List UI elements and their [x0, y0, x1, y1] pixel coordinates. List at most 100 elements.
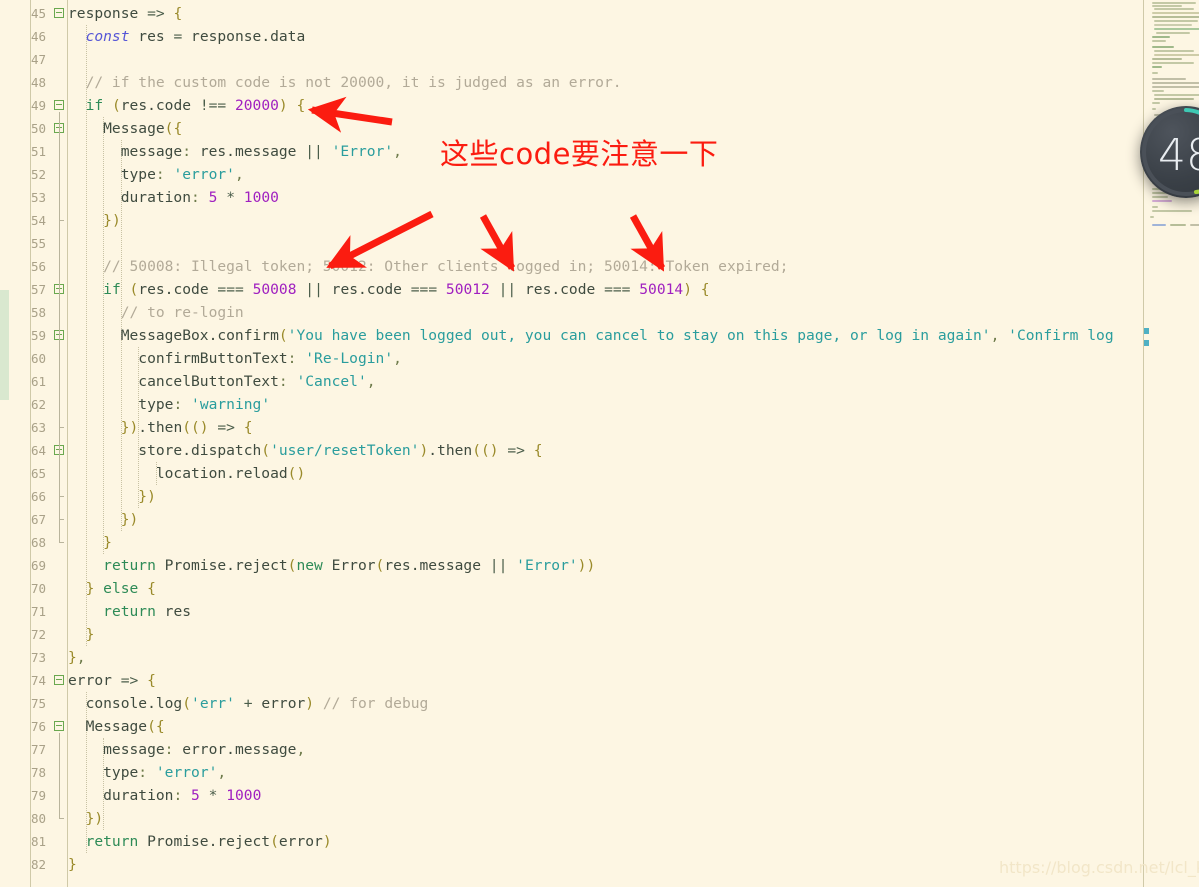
code-line[interactable]: response => {: [68, 2, 182, 25]
code-line[interactable]: return Promise.reject(new Error(res.mess…: [68, 554, 595, 577]
gutter-row: 81: [0, 830, 68, 853]
fold-toggle-icon[interactable]: [54, 8, 64, 18]
gutter-row: 72: [0, 623, 68, 646]
fold-toggle-icon[interactable]: [54, 721, 64, 731]
code-line[interactable]: // to re-login: [68, 301, 244, 324]
code-line[interactable]: cancelButtonText: 'Cancel',: [68, 370, 375, 393]
code-line[interactable]: return Promise.reject(error): [68, 830, 332, 853]
code-token-plain: duration: [68, 189, 192, 206]
code-line[interactable]: // 50008: Illegal token; 50012: Other cl…: [68, 255, 788, 278]
code-line[interactable]: [68, 48, 77, 71]
code-line[interactable]: console.log('err' + error) // for debug: [68, 692, 429, 715]
line-number: 57: [30, 282, 46, 297]
code-line[interactable]: type: 'error',: [68, 163, 244, 186]
code-token-plain: type: [68, 166, 156, 183]
gutter-row: 80: [0, 807, 68, 830]
code-token-plain: message: [68, 143, 183, 160]
code-token-paren: )): [577, 557, 596, 574]
gutter-row: 50: [0, 117, 68, 140]
code-line[interactable]: },: [68, 646, 86, 669]
gutter-row: 61: [0, 370, 68, 393]
code-editor-screenshot: 45 46 47 48 49 50 51 52 53 54 55 56 57 58 59 60 61 62 63 64…: [0, 0, 1199, 887]
fold-range-line: [59, 342, 60, 427]
code-line[interactable]: type: 'error',: [68, 761, 226, 784]
fold-range-line: [59, 457, 60, 496]
code-token-plain: error: [278, 833, 323, 850]
code-token-punct: :: [173, 787, 183, 804]
gutter-row: 82: [0, 853, 68, 876]
line-number: 64: [30, 443, 46, 458]
gutter-row: 45: [0, 2, 68, 25]
minimap-line: [1154, 8, 1194, 10]
minimap-line: [1152, 72, 1158, 74]
gutter-row: 76: [0, 715, 68, 738]
code-token-paren: ): [419, 442, 429, 459]
code-line[interactable]: confirmButtonText: 'Re-Login',: [68, 347, 402, 370]
code-line[interactable]: type: 'warning': [68, 393, 270, 416]
code-token-punct: ,: [76, 649, 86, 666]
gutter-row: 46: [0, 25, 68, 48]
fold-toggle-icon[interactable]: [54, 675, 64, 685]
code-token-paren: }): [120, 511, 139, 528]
code-line[interactable]: }: [68, 623, 95, 646]
code-line[interactable]: }: [68, 853, 77, 876]
fold-range-end: [59, 519, 64, 520]
code-token-punct: :: [278, 373, 288, 390]
gutter-row: 60: [0, 347, 68, 370]
code-token-op: =: [173, 28, 183, 45]
minimap-line: [1170, 224, 1186, 226]
code-token-paren: ({: [147, 718, 165, 735]
code-token-plain: console.log: [68, 695, 183, 712]
line-number: 52: [30, 167, 46, 182]
line-number: 47: [30, 52, 46, 67]
code-line[interactable]: message: res.message || 'Error',: [68, 140, 402, 163]
minimap-line: [1152, 12, 1199, 14]
code-line[interactable]: duration: 5 * 1000: [68, 784, 261, 807]
code-line[interactable]: const res = response.data: [68, 25, 306, 48]
code-line[interactable]: }): [68, 485, 156, 508]
code-line[interactable]: }): [68, 209, 121, 232]
minimap-line: [1154, 28, 1199, 30]
code-token-plain: Message: [68, 718, 148, 735]
code-line[interactable]: }).then(() => {: [68, 416, 253, 439]
code-line[interactable]: Message({: [68, 715, 165, 738]
fold-toggle-icon[interactable]: [54, 100, 64, 110]
code-line[interactable]: location.reload(): [68, 462, 305, 485]
code-token-paren: {: [533, 442, 543, 459]
code-line[interactable]: // if the custom code is not 20000, it i…: [68, 71, 622, 94]
code-line[interactable]: Message({: [68, 117, 182, 140]
cpu-usage-gauge[interactable]: 48%: [1140, 106, 1199, 198]
code-token-paren: {: [147, 580, 156, 597]
code-token-kw: return: [103, 557, 156, 574]
code-line[interactable]: }): [68, 508, 139, 531]
code-line[interactable]: store.dispatch('user/resetToken').then((…: [68, 439, 543, 462]
minimap-line: [1152, 58, 1182, 60]
code-line[interactable]: }: [68, 531, 112, 554]
minimap-line: [1152, 62, 1194, 64]
code-line[interactable]: MessageBox.confirm('You have been logged…: [68, 324, 1114, 347]
code-line[interactable]: }): [68, 807, 104, 830]
code-line[interactable]: if (res.code !== 20000) {: [68, 94, 306, 117]
code-line[interactable]: error => {: [68, 669, 156, 692]
code-line[interactable]: } else {: [68, 577, 156, 600]
code-token-paren: {: [173, 5, 183, 22]
code-token-kw: return: [85, 833, 139, 850]
code-line[interactable]: duration: 5 * 1000: [68, 186, 279, 209]
gutter-row: 78: [0, 761, 68, 784]
code-token-num: 50008: [252, 281, 297, 298]
line-number: 67: [30, 512, 46, 527]
minimap-line: [1190, 224, 1199, 226]
code-line[interactable]: message: error.message,: [68, 738, 305, 761]
line-number: 49: [30, 98, 46, 113]
code-token-str: 'Cancel': [296, 373, 367, 390]
code-token-plain: error: [252, 695, 306, 712]
code-line[interactable]: return res: [68, 600, 191, 623]
code-line[interactable]: if (res.code === 50008 || res.code === 5…: [68, 278, 709, 301]
line-number: 80: [30, 811, 46, 826]
code-line[interactable]: [68, 232, 77, 255]
